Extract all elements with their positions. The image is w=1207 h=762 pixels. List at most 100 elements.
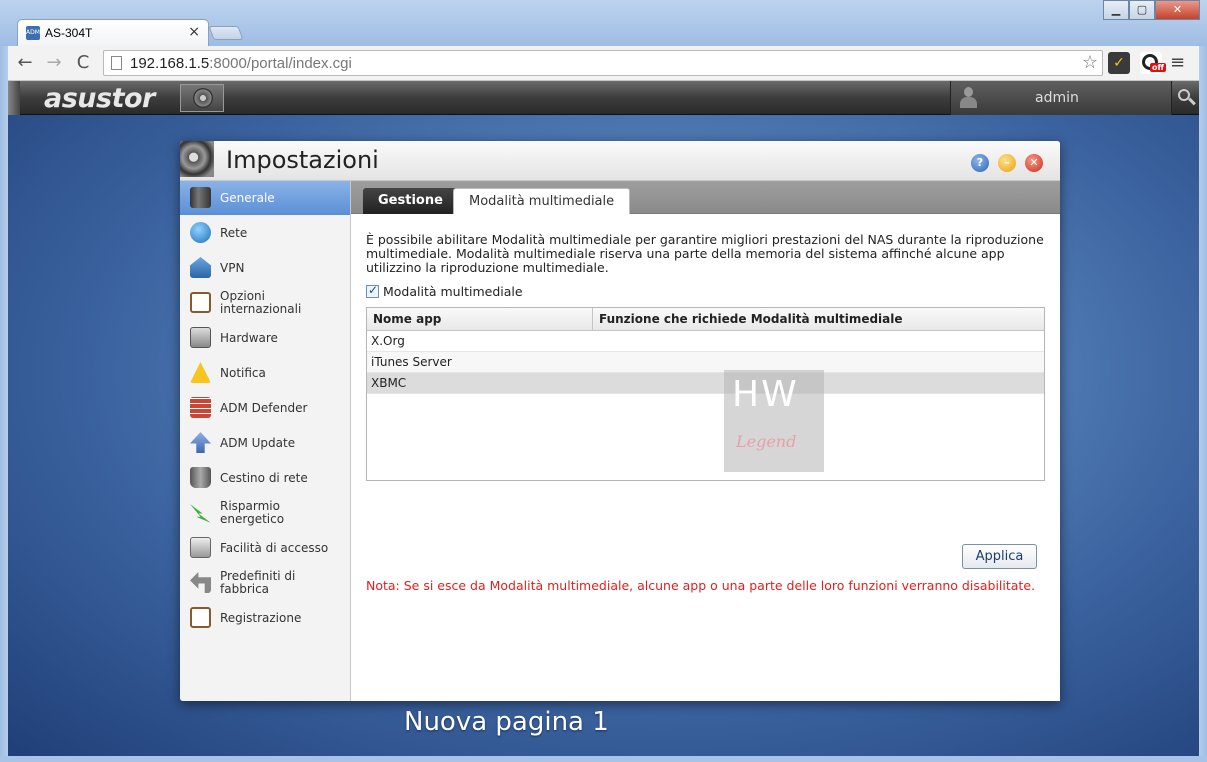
sidebar-item-label: VPN [220,260,245,275]
warning-icon [190,362,211,383]
table-row[interactable]: X.Org [367,331,1044,352]
sidebar-item-label: Risparmio energetico [220,499,285,526]
browser-titlebar: ADM AS-304T × ▁ ▢ ✕ [0,0,1207,46]
cell-app: X.Org [371,334,405,348]
sidebar-item-label: ADM Defender [220,400,308,415]
cell-app: iTunes Server [371,355,452,369]
table-header: Nome app Funzione che richiede Modalità … [367,308,1044,331]
settings-content: Gestione Modalità multimediale È possibi… [351,181,1060,701]
server-icon [190,187,211,208]
window-maximize-button[interactable]: ▢ [1129,0,1155,20]
table-row[interactable]: iTunes Server [367,352,1044,373]
off-badge: off [1150,63,1166,72]
bookmark-star-icon[interactable]: ☆ [1082,52,1098,73]
sidebar-item-vpn[interactable]: VPN [180,251,350,285]
user-menu[interactable]: admin [950,81,1171,115]
cell-app: XBMC [371,376,407,390]
sidebar-item-label: Generale [220,190,275,205]
sidebar-item-adm-defender[interactable]: ADM Defender [180,391,350,425]
sidebar-item-opzioni-internazionali[interactable]: Opzioni internazionali [180,286,350,320]
table-row[interactable]: XBMC [367,373,1044,394]
printer-icon [190,537,211,558]
help-button[interactable]: ? [971,154,989,172]
sidebar-item-generale[interactable]: Generale [180,181,350,215]
sidebar-item-label: Cestino di rete [220,470,308,485]
window-minimize-button[interactable]: ▁ [1103,0,1129,20]
taskbar-grip [8,81,20,115]
url-path: :8000/portal/index.cgi [209,55,352,72]
sidebar-item-risparmio-energetico[interactable]: Risparmio energetico [180,496,350,530]
adm-taskbar: asustor admin [8,81,1199,115]
tab-title: AS-304T [45,26,93,40]
trash-icon [190,467,211,488]
multimedia-mode-checkbox[interactable] [366,283,379,298]
vpn-house-icon [190,257,211,278]
browser-tab[interactable]: ADM AS-304T × [17,19,209,46]
globe-icon [190,222,211,243]
tab-gestione[interactable]: Gestione [363,188,458,214]
energy-icon [190,504,211,523]
watermark-bottom: Legend [736,432,797,451]
adm-favicon-icon: ADM [26,26,40,40]
settings-sidebar: Generale Rete VPN Opzioni internazionali… [180,181,351,701]
checkbox-label: Modalità multimediale [383,284,523,299]
settings-window: Impostazioni ? – ✕ Generale Rete VPN Opz… [180,141,1060,701]
undo-arrow-icon [190,572,211,593]
forward-button[interactable]: → [43,52,65,74]
desktop-caption: Nuova pagina 1 [404,707,609,737]
close-button[interactable]: ✕ [1025,154,1043,172]
tab-close-icon[interactable]: × [188,24,200,40]
settings-header: Impostazioni ? – ✕ [180,141,1060,181]
sidebar-item-predefiniti-di-fabbrica[interactable]: Predefiniti di fabbrica [180,566,350,600]
reload-button[interactable]: C [72,52,94,74]
sidebar-item-label: Opzioni internazionali [220,289,302,316]
extension-off-icon[interactable]: off [1140,52,1166,74]
sidebar-item-label: Notifica [220,365,266,380]
multimedia-mode-checkbox-row[interactable]: Modalità multimediale [366,283,523,299]
sidebar-item-rete[interactable]: Rete [180,216,350,250]
minimize-button[interactable]: – [998,154,1016,172]
url-text: 192.168.1.5:8000/portal/index.cgi [130,55,352,72]
new-tab-button[interactable] [208,26,244,40]
warning-note: Nota: Se si esce da Modalità multimedial… [366,578,1035,593]
sidebar-item-label: Registrazione [220,610,302,625]
sidebar-item-label: Hardware [220,330,278,345]
watermark-logo: HW Legend [724,370,824,472]
window-frame-left [0,46,8,762]
hard-disk-icon [190,327,211,348]
sidebar-item-label: Predefiniti di fabbrica [220,569,296,596]
sidebar-item-adm-update[interactable]: ADM Update [180,426,350,460]
window-frame-bottom [0,756,1207,762]
settings-app-taskbar-icon[interactable] [180,84,224,112]
address-bar[interactable]: 192.168.1.5:8000/portal/index.cgi ☆ [103,50,1103,76]
window-controls: ▁ ▢ ✕ [1103,0,1200,20]
asustor-logo: asustor [44,83,155,114]
sidebar-item-cestino-di-rete[interactable]: Cestino di rete [180,461,350,495]
apps-table: Nome app Funzione che richiede Modalità … [366,307,1045,481]
clipboard-icon [190,607,211,628]
watermark-top: HW [732,374,799,415]
sidebar-item-registrazione[interactable]: Registrazione [180,601,350,635]
chrome-menu-icon[interactable]: ≡ [1170,52,1185,73]
firewall-icon [190,397,211,418]
search-icon[interactable] [1171,81,1199,115]
page-icon [111,56,122,70]
user-name: admin [1035,90,1079,106]
window-close-button[interactable]: ✕ [1155,0,1200,20]
column-header-app[interactable]: Nome app [367,308,593,330]
sidebar-item-notifica[interactable]: Notifica [180,356,350,390]
sidebar-item-facilita-di-accesso[interactable]: Facilità di accesso [180,531,350,565]
extension-check-icon[interactable]: ✓ [1108,52,1130,74]
apply-button[interactable]: Applica [962,544,1037,569]
window-title: Impostazioni [226,146,379,174]
column-header-function[interactable]: Funzione che richiede Modalità multimedi… [593,308,1043,330]
settings-reel-icon [180,141,214,177]
window-frame-right [1199,46,1207,762]
url-host: 192.168.1.5 [130,55,210,72]
up-arrow-icon [190,432,211,453]
sidebar-item-label: Rete [220,225,248,240]
sidebar-item-hardware[interactable]: Hardware [180,321,350,355]
back-button[interactable]: ← [14,52,36,74]
tab-modalita-multimediale[interactable]: Modalità multimediale [453,188,631,214]
sidebar-item-label: Facilità di accesso [220,540,329,555]
